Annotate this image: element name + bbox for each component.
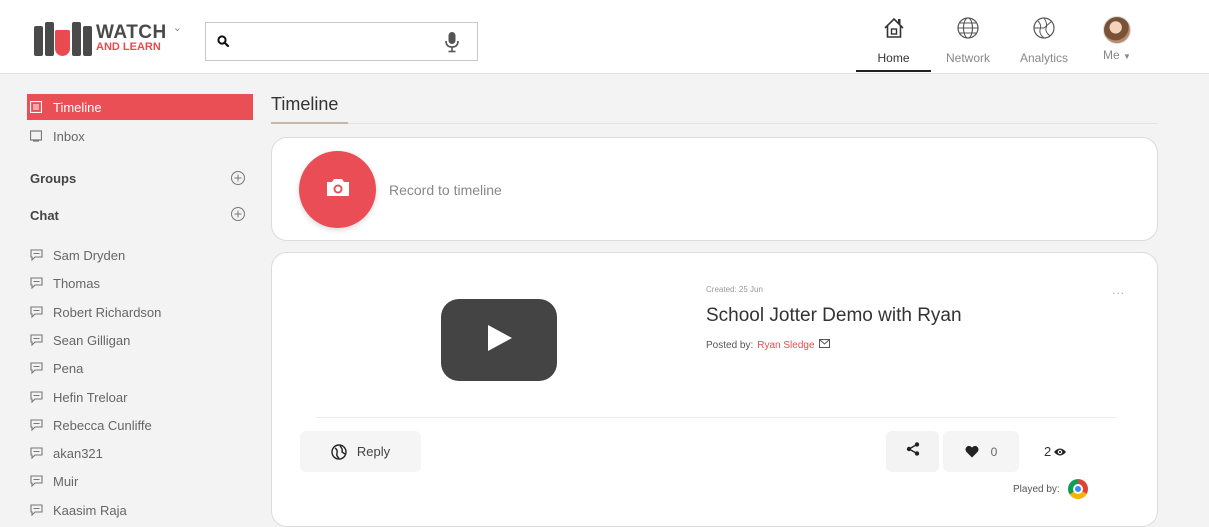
- nav-me-label: Me: [1103, 48, 1120, 62]
- reply-button[interactable]: Reply: [300, 431, 421, 472]
- view-count-value: 2: [1044, 444, 1052, 459]
- microphone-icon[interactable]: [445, 31, 459, 58]
- logo-line1: WATCH: [96, 22, 167, 43]
- title-divider: [271, 123, 1158, 124]
- chat-item-label: Robert Richardson: [53, 304, 162, 320]
- chrome-browser-icon: [1067, 479, 1088, 499]
- chat-heading: Chat: [30, 208, 59, 223]
- inbox-icon: [30, 130, 44, 142]
- chat-item-label: Rebecca Cunliffe: [53, 417, 152, 433]
- chat-item-label: Kaasim Raja: [53, 502, 127, 518]
- chat-item[interactable]: Robert Richardson: [27, 299, 253, 325]
- heart-icon: [965, 445, 979, 458]
- record-card: Record to timeline: [271, 137, 1158, 241]
- chat-bubble-icon: [30, 419, 44, 431]
- add-chat-icon[interactable]: [230, 206, 246, 222]
- like-button[interactable]: 0: [943, 431, 1019, 472]
- share-button[interactable]: [886, 431, 939, 472]
- logo-wordmark: WATCH AND LEARN: [96, 23, 167, 53]
- chat-item-label: Sean Gilligan: [53, 332, 131, 348]
- nav-home-label: Home: [877, 51, 910, 65]
- avatar: [1103, 16, 1131, 44]
- nav-me-label-wrap: Me ▼: [1092, 48, 1142, 62]
- chat-bubble-icon: [30, 249, 44, 261]
- chat-item[interactable]: Kaasim Raja: [27, 497, 253, 523]
- nav-network[interactable]: Network: [933, 16, 1003, 72]
- camera-icon: [325, 176, 351, 203]
- posted-by-label: Posted by:: [706, 339, 754, 351]
- chat-bubble-icon: [30, 362, 44, 374]
- chat-bubble-icon: [30, 277, 44, 289]
- groups-heading: Groups: [30, 171, 77, 186]
- chat-item[interactable]: Sam Dryden: [27, 242, 253, 268]
- nav-network-label: Network: [945, 51, 990, 65]
- sidebar: Timeline Inbox Groups Chat Sam Dryden Tho…: [0, 75, 262, 527]
- nav-me[interactable]: Me ▼: [1092, 16, 1142, 72]
- post-created-date: Created: 25 Jun: [706, 285, 763, 294]
- nav-analytics[interactable]: Analytics: [1009, 16, 1079, 72]
- search-input[interactable]: [236, 31, 436, 53]
- nav-home[interactable]: Home: [856, 16, 931, 72]
- logo-books-icon: [34, 20, 92, 56]
- sidebar-item-label: Inbox: [53, 128, 85, 144]
- home-icon: [856, 16, 931, 45]
- chat-item-label: Muir: [53, 473, 79, 489]
- like-count: 0: [990, 444, 998, 459]
- post-card: Created: 25 Jun School Jotter Demo with …: [271, 252, 1158, 527]
- eye-icon: [1053, 447, 1067, 457]
- video-thumbnail[interactable]: [441, 299, 557, 381]
- chat-item-label: akan321: [53, 445, 103, 461]
- chat-item[interactable]: Muir: [27, 468, 253, 494]
- reply-globe-icon: [331, 443, 347, 460]
- search-icon: [217, 34, 230, 52]
- caret-down-icon: ▼: [1123, 52, 1131, 61]
- chat-item[interactable]: akan321: [27, 440, 253, 466]
- play-icon: [484, 323, 514, 358]
- reply-label: Reply: [356, 444, 391, 459]
- record-to-timeline-text[interactable]: Record to timeline: [389, 182, 502, 198]
- record-button[interactable]: [299, 151, 376, 228]
- chevron-down-icon[interactable]: ⌄: [173, 21, 182, 34]
- sidebar-item-inbox[interactable]: Inbox: [27, 123, 253, 149]
- played-by: Played by:: [1013, 479, 1088, 499]
- chat-bubble-icon: [30, 391, 44, 403]
- globe-icon: [933, 16, 1003, 45]
- add-group-icon[interactable]: [230, 170, 246, 186]
- chat-item[interactable]: Sean Gilligan: [27, 327, 253, 353]
- chat-item-label: Hefin Treloar: [53, 389, 128, 405]
- title-underline: [271, 122, 348, 124]
- sidebar-item-label: Timeline: [53, 99, 102, 115]
- search-box: [205, 22, 478, 61]
- page-title: Timeline: [271, 94, 339, 114]
- chat-item-label: Thomas: [53, 275, 100, 291]
- chat-bubble-icon: [30, 306, 44, 318]
- more-options-icon[interactable]: ...: [1112, 283, 1125, 297]
- watch-and-learn-logo[interactable]: WATCH AND LEARN ⌄: [34, 18, 182, 58]
- chat-bubble-icon: [30, 447, 44, 459]
- chat-item-label: Sam Dryden: [53, 247, 126, 263]
- chat-item[interactable]: Rebecca Cunliffe: [27, 412, 253, 438]
- post-title[interactable]: School Jotter Demo with Ryan: [706, 305, 962, 327]
- sidebar-item-timeline[interactable]: Timeline: [27, 94, 253, 120]
- envelope-icon[interactable]: [818, 339, 830, 351]
- chat-item-label: Pena: [53, 360, 84, 376]
- played-by-label: Played by:: [1013, 483, 1060, 495]
- chat-item[interactable]: Hefin Treloar: [27, 384, 253, 410]
- share-icon: [906, 442, 920, 461]
- nav-analytics-label: Analytics: [1019, 51, 1069, 65]
- post-byline: Posted by: Ryan Sledge: [706, 339, 830, 351]
- logo-line2: AND LEARN: [96, 41, 161, 53]
- author-link[interactable]: Ryan Sledge: [757, 340, 814, 351]
- chat-bubble-icon: [30, 504, 44, 516]
- chat-item[interactable]: Pena: [27, 355, 253, 381]
- analytics-globe-icon: [1009, 16, 1079, 45]
- post-divider: [316, 417, 1117, 418]
- chat-bubble-icon: [30, 475, 44, 487]
- timeline-icon: [30, 101, 44, 113]
- top-bar: WATCH AND LEARN ⌄ Home Network Analytics: [0, 0, 1209, 74]
- view-count: 2: [1044, 444, 1067, 459]
- chat-bubble-icon: [30, 334, 44, 346]
- chat-item[interactable]: Thomas: [27, 270, 253, 296]
